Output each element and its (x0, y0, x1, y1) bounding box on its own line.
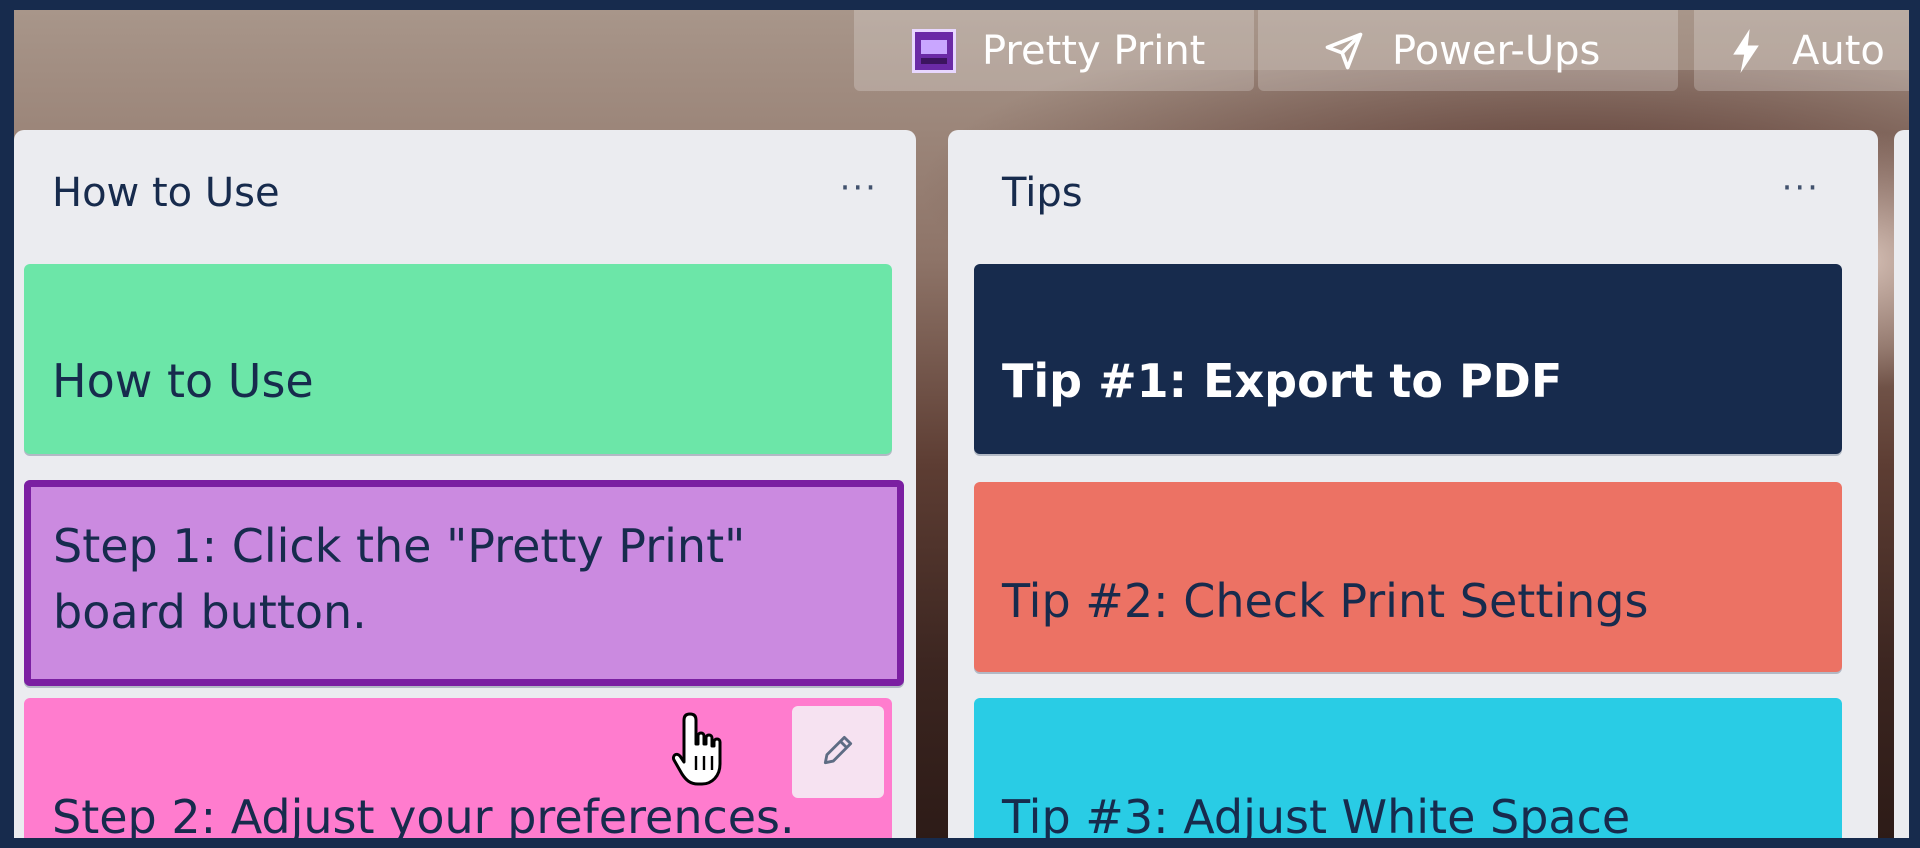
card-title: Tip #3: Adjust White Space (1002, 790, 1631, 838)
hand-cursor-icon (670, 710, 734, 794)
card-tip-2[interactable]: Tip #2: Check Print Settings (974, 482, 1842, 672)
pretty-print-button[interactable]: Pretty Print (854, 10, 1254, 91)
pretty-print-label: Pretty Print (982, 27, 1206, 74)
card-title: Tip #1: Export to PDF (1002, 354, 1563, 408)
lightning-icon (1730, 28, 1762, 73)
power-ups-button[interactable]: Power-Ups (1258, 10, 1678, 91)
list-how-to-use: How to Use ··· How to Use Step 1: Click … (14, 130, 916, 838)
app-frame: Pretty Print Power-Ups Auto How to Use ·… (0, 0, 1920, 848)
list-header: How to Use ··· (14, 130, 916, 250)
automation-button[interactable]: Auto (1694, 10, 1909, 91)
card-tip-1[interactable]: Tip #1: Export to PDF (974, 264, 1842, 454)
list-next-edge (1894, 130, 1909, 838)
card-title: How to Use (52, 354, 314, 408)
pretty-print-logo-icon (912, 28, 956, 73)
card-step-1[interactable]: Step 1: Click the "Pretty Print" board b… (24, 480, 904, 686)
list-menu-icon[interactable]: ··· (1782, 171, 1820, 205)
rocket-icon (1322, 29, 1366, 73)
card-title: Step 2: Adjust your preferences. (52, 790, 795, 838)
card-title: Tip #2: Check Print Settings (1002, 574, 1649, 628)
list-menu-icon[interactable]: ··· (840, 171, 878, 205)
card-tip-3[interactable]: Tip #3: Adjust White Space (974, 698, 1842, 838)
card-step-2[interactable]: Step 2: Adjust your preferences. (24, 698, 892, 838)
list-header: Tips ··· (948, 130, 1878, 250)
list-tips: Tips ··· Tip #1: Export to PDF Tip #2: C… (948, 130, 1878, 838)
card-how-to-use[interactable]: How to Use (24, 264, 892, 454)
board-canvas: Pretty Print Power-Ups Auto How to Use ·… (14, 10, 1909, 838)
board-header: Pretty Print Power-Ups Auto (14, 10, 1909, 100)
automation-label: Auto (1792, 27, 1885, 74)
list-title[interactable]: Tips (1002, 170, 1083, 216)
power-ups-label: Power-Ups (1392, 27, 1601, 74)
card-title: Step 1: Click the "Pretty Print" board b… (53, 519, 746, 639)
pencil-icon (819, 731, 857, 773)
list-title[interactable]: How to Use (52, 170, 280, 216)
